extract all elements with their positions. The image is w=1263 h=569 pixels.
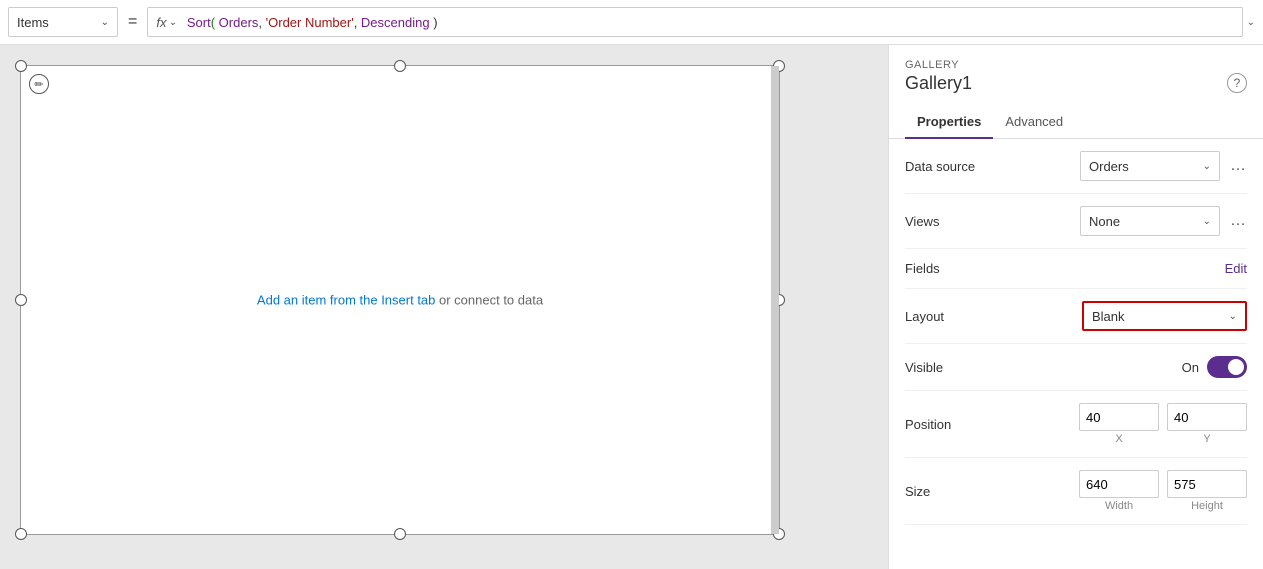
handle-bottom-left[interactable] (15, 528, 27, 540)
position-y-label: Y (1203, 433, 1210, 445)
visible-toggle-container: On (1182, 356, 1247, 378)
datasource-chevron-icon: ⌄ (1203, 161, 1211, 172)
datasource-more-icon[interactable]: … (1230, 157, 1247, 175)
position-x-input[interactable] (1079, 403, 1159, 431)
gallery-edit-icon[interactable]: ✏ (29, 74, 49, 94)
visible-toggle-label: On (1182, 360, 1199, 375)
gallery-name: Gallery1 (905, 73, 972, 94)
formula-orders-keyword: Orders (219, 15, 259, 30)
position-x-label: X (1115, 433, 1122, 445)
views-chevron-icon: ⌄ (1203, 216, 1211, 227)
tab-advanced[interactable]: Advanced (993, 106, 1075, 139)
handle-bottom-center[interactable] (394, 528, 406, 540)
items-dropdown[interactable]: Items ⌄ (8, 7, 118, 37)
views-control: None ⌄ … (1080, 206, 1247, 236)
main-content: ✏ Add an item from the Insert tab or con… (0, 45, 1263, 569)
visible-toggle[interactable] (1207, 356, 1247, 378)
visible-label: Visible (905, 360, 943, 375)
fx-chevron-icon: ⌄ (168, 17, 176, 28)
datasource-value: Orders (1089, 159, 1129, 174)
gallery-hint: Add an item from the Insert tab or conne… (257, 290, 543, 310)
fields-edit-link[interactable]: Edit (1225, 261, 1247, 276)
size-inputs: Width Height (1079, 470, 1247, 512)
handle-mid-left[interactable] (15, 294, 27, 306)
equals-sign: = (122, 13, 143, 31)
help-icon[interactable]: ? (1227, 73, 1247, 93)
position-y-input[interactable] (1167, 403, 1247, 431)
size-height-input[interactable] (1167, 470, 1247, 498)
size-height-group: Height (1167, 470, 1247, 512)
layout-chevron-icon: ⌄ (1229, 311, 1237, 322)
layout-dropdown[interactable]: Blank ⌄ (1082, 301, 1247, 331)
formula-bar[interactable]: fx ⌄ Sort( Orders, 'Order Number', Desce… (147, 7, 1242, 37)
formula-order-number-string: 'Order Number' (266, 15, 354, 30)
panel-header-row: GALLERY Gallery1 ? (905, 59, 1247, 106)
layout-label: Layout (905, 309, 944, 324)
size-width-label: Width (1105, 500, 1133, 512)
gallery-hint-connector: or connect to data (435, 292, 543, 307)
tabs: Properties Advanced (889, 106, 1263, 139)
fields-label: Fields (905, 261, 940, 276)
prop-row-size: Size Width Height (905, 458, 1247, 525)
prop-row-visible: Visible On (905, 344, 1247, 391)
size-height-label: Height (1191, 500, 1223, 512)
prop-row-position: Position X Y (905, 391, 1247, 458)
datasource-control: Orders ⌄ … (1080, 151, 1247, 181)
right-panel: GALLERY Gallery1 ? Properties Advanced D… (888, 45, 1263, 569)
gallery-container[interactable]: ✏ Add an item from the Insert tab or con… (20, 65, 780, 535)
formula-text: Sort( Orders, 'Order Number', Descending… (187, 15, 438, 30)
fx-label: fx ⌄ (156, 15, 177, 30)
handle-top-center[interactable] (394, 60, 406, 72)
dropdown-chevron-icon: ⌄ (101, 17, 109, 28)
prop-row-fields: Fields Edit (905, 249, 1247, 289)
views-dropdown[interactable]: None ⌄ (1080, 206, 1220, 236)
position-y-group: Y (1167, 403, 1247, 445)
gallery-scrollbar[interactable] (771, 66, 779, 534)
size-width-input[interactable] (1079, 470, 1159, 498)
position-label: Position (905, 417, 951, 432)
toggle-knob (1228, 359, 1244, 375)
panel-body: Data source Orders ⌄ … Views None ⌄ (889, 139, 1263, 569)
gallery-hint-insert: Add an item from the Insert tab (257, 292, 435, 307)
formula-sort-keyword: Sort (187, 15, 211, 30)
layout-value: Blank (1092, 309, 1125, 324)
views-label: Views (905, 214, 939, 229)
size-label: Size (905, 484, 930, 499)
prop-row-datasource: Data source Orders ⌄ … (905, 139, 1247, 194)
position-x-group: X (1079, 403, 1159, 445)
fx-text: fx (156, 15, 166, 30)
items-label: Items (17, 15, 97, 30)
top-bar-end-chevron-icon: ⌄ (1247, 17, 1255, 28)
canvas-area: ✏ Add an item from the Insert tab or con… (0, 45, 888, 569)
panel-header: GALLERY Gallery1 ? (889, 45, 1263, 106)
datasource-dropdown[interactable]: Orders ⌄ (1080, 151, 1220, 181)
handle-top-left[interactable] (15, 60, 27, 72)
position-inputs: X Y (1079, 403, 1247, 445)
top-bar: Items ⌄ = fx ⌄ Sort( Orders, 'Order Numb… (0, 0, 1263, 45)
prop-row-layout: Layout Blank ⌄ (905, 289, 1247, 344)
datasource-label: Data source (905, 159, 975, 174)
gallery-label: GALLERY (905, 59, 972, 71)
views-value: None (1089, 214, 1120, 229)
formula-descending-keyword: Descending (361, 15, 430, 30)
tab-properties[interactable]: Properties (905, 106, 993, 139)
panel-title-block: GALLERY Gallery1 (905, 59, 972, 106)
views-more-icon[interactable]: … (1230, 212, 1247, 230)
prop-row-views: Views None ⌄ … (905, 194, 1247, 249)
size-width-group: Width (1079, 470, 1159, 512)
